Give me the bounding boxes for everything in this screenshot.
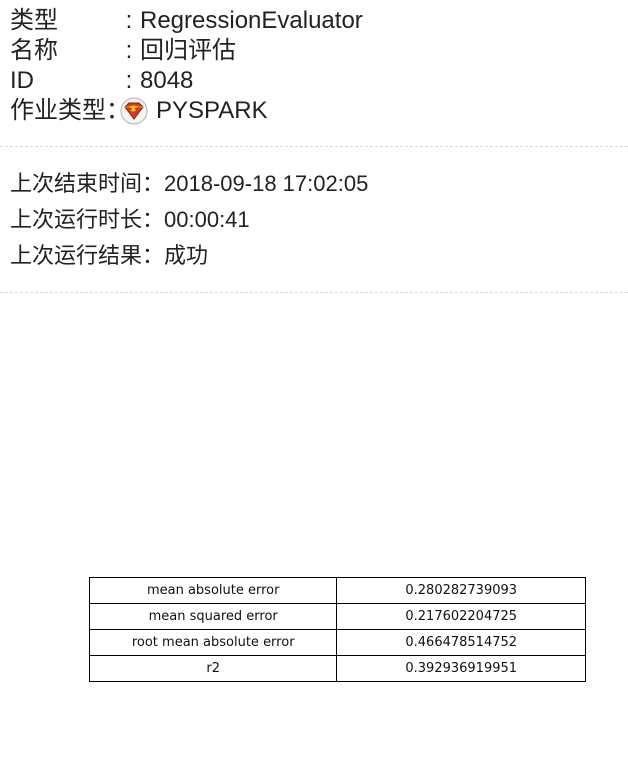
- last-duration-label: 上次运行时长：: [10, 207, 165, 232]
- id-colon: :: [125, 67, 133, 94]
- metric-name: r2: [88, 655, 338, 682]
- table-row: mean squared error 0.217602204725: [88, 603, 586, 630]
- id-value: 8048: [140, 67, 194, 94]
- metric-name: mean absolute error: [88, 577, 338, 604]
- metric-name: root mean absolute error: [88, 629, 338, 656]
- table-row: r2 0.392936919951: [88, 655, 586, 682]
- pyspark-logo-icon: [120, 97, 148, 125]
- last-end-time-value: 2018-09-18 17:02:05: [164, 171, 369, 196]
- last-duration-value: 00:00:41: [164, 207, 250, 232]
- job-type-value: PYSPARK: [156, 97, 268, 124]
- name-row: 名称 : 回归评估: [10, 36, 618, 66]
- job-type-label: 作业类型: [10, 97, 106, 124]
- last-result-value: 成功: [164, 243, 209, 268]
- type-label: 类型: [10, 7, 58, 34]
- job-type-value-wrap: PYSPARK: [120, 96, 268, 126]
- metrics-table: mean absolute error 0.280282739093 mean …: [88, 577, 586, 682]
- last-result-label: 上次运行结果：: [10, 243, 165, 268]
- job-type-row: 作业类型 ： PYSPARK: [10, 96, 618, 126]
- table-row: mean absolute error 0.280282739093: [88, 577, 586, 604]
- job-info: 类型 : RegressionEvaluator 名称 : 回归评估 ID : …: [10, 6, 618, 126]
- run-info: 上次结束时间：2018-09-18 17:02:05 上次运行时长：00:00:…: [10, 166, 618, 274]
- id-label: ID: [10, 67, 34, 94]
- name-label: 名称: [10, 37, 58, 64]
- divider-bottom: [0, 292, 628, 293]
- id-row: ID : 8048: [10, 66, 618, 96]
- last-end-time-row: 上次结束时间：2018-09-18 17:02:05: [10, 166, 618, 202]
- last-end-time-label: 上次结束时间：: [10, 171, 165, 196]
- type-row: 类型 : RegressionEvaluator: [10, 6, 618, 36]
- metric-name: mean squared error: [88, 603, 338, 630]
- metric-value: 0.217602204725: [336, 603, 586, 630]
- job-type-colon: ：: [106, 97, 130, 124]
- metric-value: 0.466478514752: [336, 629, 586, 656]
- name-colon: :: [125, 37, 133, 64]
- type-value: RegressionEvaluator: [140, 7, 363, 34]
- last-result-row: 上次运行结果：成功: [10, 238, 618, 274]
- metric-value: 0.392936919951: [336, 655, 586, 682]
- name-value: 回归评估: [140, 37, 236, 64]
- table-row: root mean absolute error 0.466478514752: [88, 629, 586, 656]
- last-duration-row: 上次运行时长：00:00:41: [10, 202, 618, 238]
- metric-value: 0.280282739093: [336, 577, 586, 604]
- divider-top: [0, 146, 628, 147]
- type-colon: :: [125, 7, 133, 34]
